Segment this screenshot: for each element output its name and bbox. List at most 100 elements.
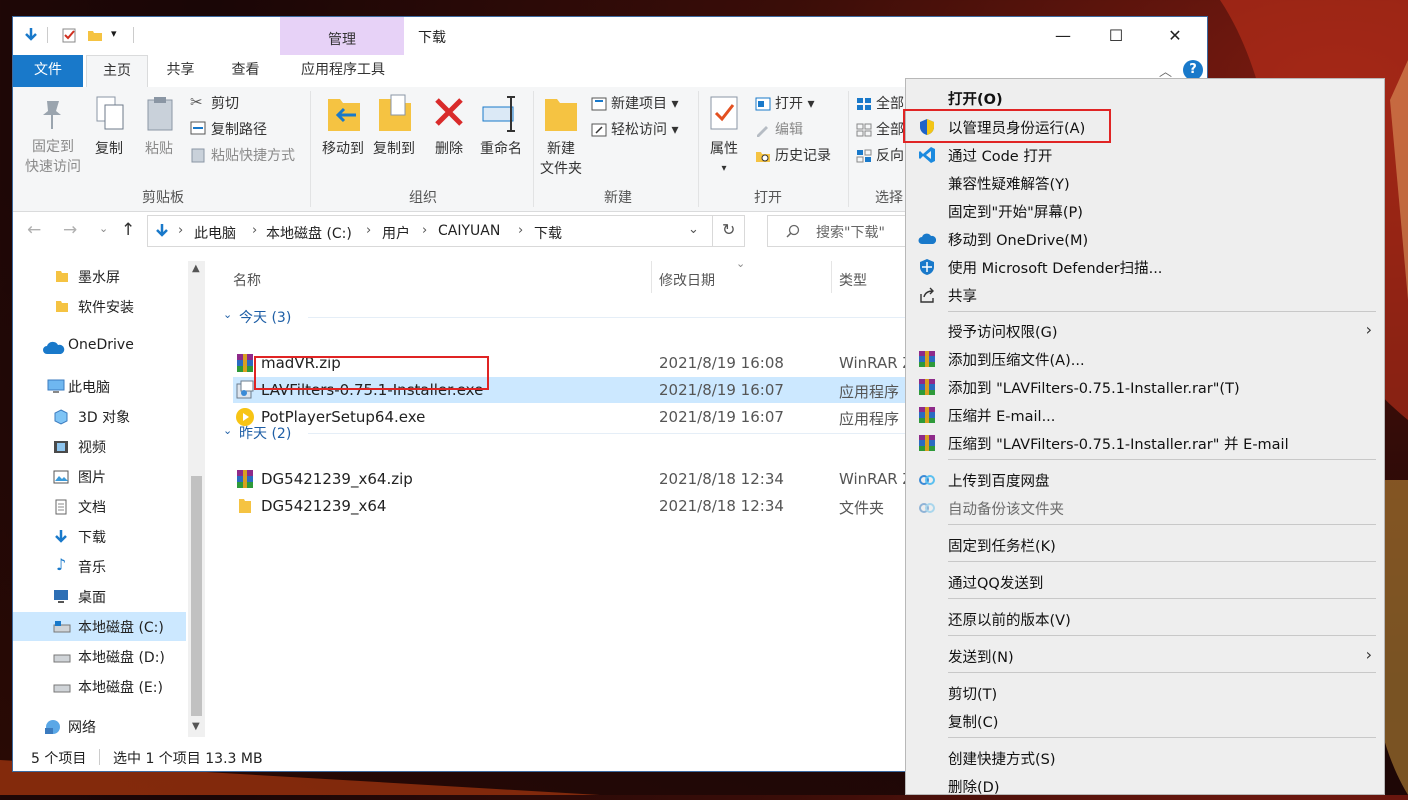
group-collapse-icon[interactable]: ⌄ [223,308,232,321]
forward-arrow-icon[interactable]: → [63,220,77,240]
breadcrumb-caiyuan[interactable]: CAIYUAN [438,223,500,239]
menu-item-qq-send[interactable]: 通过QQ发送到 [906,568,1384,596]
breadcrumb-users[interactable]: 用户 [382,223,410,243]
menu-item-pin-start[interactable]: 固定到"开始"屏幕(P) [906,197,1384,225]
easy-access-button[interactable]: 轻松访问 ▾ [611,119,678,139]
nav-item-videos[interactable]: 视频 [78,437,106,457]
nav-item-local-disk-d[interactable]: 本地磁盘 (D:) [78,647,165,667]
paste-button[interactable]: 粘贴 [137,139,181,159]
properties-button[interactable]: 属性 ▾ [701,139,747,179]
menu-item-restore-versions[interactable]: 还原以前的版本(V) [906,605,1384,633]
minimize-button[interactable]: — [1040,17,1086,53]
new-folder-button[interactable]: 新建 文件夹 [535,139,587,179]
new-folder-small-icon[interactable] [87,27,103,43]
new-item-button[interactable]: 新建项目 ▾ [611,93,678,113]
nav-item-downloads[interactable]: 下载 [78,527,106,547]
menu-item-delete[interactable]: 删除(D) [906,772,1384,800]
menu-item-defender[interactable]: 使用 Microsoft Defender扫描... [906,253,1384,281]
nav-item-pictures[interactable]: 图片 [78,467,106,487]
nav-item-desktop[interactable]: 桌面 [78,587,106,607]
up-arrow-icon[interactable]: ↑ [121,220,135,240]
scroll-down-icon[interactable]: ▼ [192,721,200,732]
nav-item-onedrive[interactable]: OneDrive [68,337,134,353]
cut-button[interactable]: 剪切 [211,93,239,113]
nav-item-network[interactable]: 网络 [68,717,96,737]
copy-path-button[interactable]: 复制路径 [211,119,267,139]
column-divider[interactable] [651,261,652,293]
properties-check-icon[interactable] [61,27,77,43]
menu-item-copy[interactable]: 复制(C) [906,707,1384,735]
tab-app-tools[interactable]: 应用程序工具 [283,55,403,87]
breadcrumb-local-disk-c[interactable]: 本地磁盘 (C:) [266,223,352,243]
tab-view[interactable]: 查看 [218,55,273,87]
download-arrow-icon[interactable] [23,27,39,43]
recent-locations-icon[interactable]: ⌄ [99,222,108,235]
qa-dropdown-icon[interactable]: ▾ [111,27,117,40]
menu-item-create-shortcut[interactable]: 创建快捷方式(S) [906,744,1384,772]
column-divider[interactable] [831,261,832,293]
column-header-type[interactable]: 类型 [839,270,867,290]
select-all-button[interactable]: 全部 [876,93,904,113]
close-button[interactable]: ✕ [1152,17,1198,53]
nav-item-ink-screen[interactable]: 墨水屏 [78,267,120,287]
help-icon[interactable]: ? [1183,60,1203,80]
open-button[interactable]: 打开 ▾ [775,93,814,113]
group-collapse-icon[interactable]: ⌄ [223,424,232,437]
maximize-button[interactable]: ☐ [1093,17,1139,53]
breadcrumb-downloads[interactable]: 下载 [534,223,562,243]
menu-item-compress-email[interactable]: 压缩并 E-mail... [906,401,1384,429]
edit-button[interactable]: 编辑 [775,119,803,139]
select-none-button[interactable]: 全部 [876,119,904,139]
scroll-up-icon[interactable]: ▲ [192,263,200,274]
invert-selection-button[interactable]: 反向 [876,145,904,165]
column-header-modified[interactable]: 修改日期 [659,270,715,290]
ribbon-divider [310,91,311,207]
nav-item-local-disk-c[interactable]: 本地磁盘 (C:) [78,617,164,637]
menu-item-compress-rar-email[interactable]: 压缩到 "LAVFilters-0.75.1-Installer.rar" 并 … [906,429,1384,457]
move-to-button[interactable]: 移动到 [315,139,371,159]
context-tab-manage[interactable]: 管理 [280,17,404,55]
breadcrumb-this-pc[interactable]: 此电脑 [194,223,236,243]
menu-item-cut[interactable]: 剪切(T) [906,679,1384,707]
delete-button[interactable]: 删除 [427,139,471,159]
history-button[interactable]: 历史记录 [775,145,831,165]
nav-item-software[interactable]: 软件安装 [78,297,134,317]
menu-item-add-rar[interactable]: 添加到 "LAVFilters-0.75.1-Installer.rar"(T) [906,373,1384,401]
menu-item-open[interactable]: 打开(O) [906,84,1384,112]
address-dropdown-icon[interactable]: ⌄ [688,222,699,237]
menu-item-add-archive[interactable]: 添加到压缩文件(A)... [906,345,1384,373]
back-arrow-icon[interactable]: ← [27,220,41,240]
rename-button[interactable]: 重命名 [473,139,529,159]
nav-item-documents[interactable]: 文档 [78,497,106,517]
menu-item-baidu-upload[interactable]: 上传到百度网盘 [906,466,1384,494]
menu-item-baidu-backup[interactable]: 自动备份该文件夹 [906,494,1384,522]
paste-shortcut-button[interactable]: 粘贴快捷方式 [211,145,295,165]
menu-item-send-to[interactable]: 发送到(N) › [906,642,1384,670]
menu-item-pin-taskbar[interactable]: 固定到任务栏(K) [906,531,1384,559]
scroll-thumb[interactable] [191,476,202,716]
tab-home[interactable]: 主页 [86,55,148,89]
tab-file[interactable]: 文件 [13,55,83,87]
nav-item-3d-objects[interactable]: 3D 对象 [78,407,130,427]
menu-item-open-code[interactable]: 通过 Code 打开 [906,141,1384,169]
nav-item-music[interactable]: 音乐 [78,557,106,577]
nav-item-this-pc[interactable]: 此电脑 [68,377,110,397]
nav-item-local-disk-e[interactable]: 本地磁盘 (E:) [78,677,163,697]
copy-to-button[interactable]: 复制到 [366,139,422,159]
refresh-icon[interactable]: ↻ [722,220,735,239]
navigation-pane: 墨水屏 软件安装 OneDrive 此电脑 3D 对象 视频 图片 文档 下载 … [13,257,207,737]
tab-share[interactable]: 共享 [153,55,208,87]
pin-quick-access-button[interactable]: 固定到 快速访问 [15,137,91,177]
nav-scrollbar[interactable]: ▲ ▼ [188,261,205,737]
column-header-name[interactable]: 名称 [233,270,261,290]
group-header-today[interactable]: 今天 (3) [239,307,291,327]
menu-item-share[interactable]: 共享 [906,281,1384,309]
folder-icon [56,301,68,312]
group-header-yesterday[interactable]: 昨天 (2) [239,423,291,443]
menu-item-grant-access[interactable]: 授予访问权限(G) › [906,317,1384,345]
menu-item-onedrive[interactable]: 移动到 OneDrive(M) [906,225,1384,253]
address-bar[interactable]: › 此电脑 › 本地磁盘 (C:) › 用户 › CAIYUAN › 下载 ⌄ … [147,215,745,247]
copy-button[interactable]: 复制 [87,139,131,159]
menu-item-compat[interactable]: 兼容性疑难解答(Y) [906,169,1384,197]
file-name: DG5421239_x64.zip [261,470,413,488]
